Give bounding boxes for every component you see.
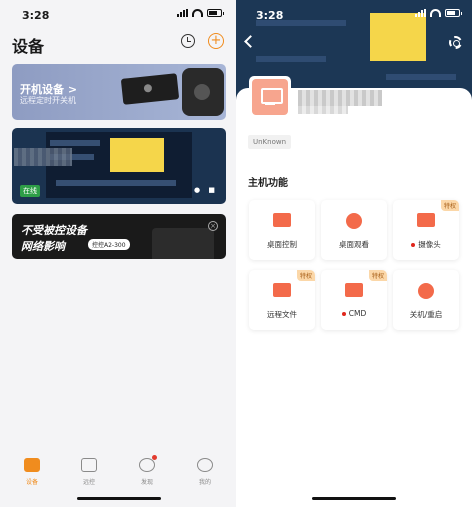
- vip-badge: 特权: [296, 270, 315, 281]
- close-icon[interactable]: ×: [208, 221, 218, 231]
- compass-icon: [139, 455, 157, 472]
- signal-icon: [415, 9, 426, 17]
- add-device-icon[interactable]: +: [208, 33, 224, 49]
- device-sheet: UnKnown 主机功能 桌面控制 桌面观看 特权 摄像头 特权 远程文件 特权…: [236, 76, 472, 507]
- battery-icon: [445, 9, 462, 17]
- feature-camera[interactable]: 特权 摄像头: [393, 200, 459, 260]
- device-detail-screen: 3:28 UnKnown 主机功能 桌面控制 桌面观看 特权 摄像头 特权 远程…: [236, 0, 472, 507]
- tab-label: 设备: [25, 479, 38, 486]
- feature-label: 摄像头: [393, 239, 459, 250]
- status-time: 3:28: [22, 9, 50, 22]
- status-time: 3:28: [256, 9, 284, 22]
- feature-label-text: 远程文件: [267, 310, 297, 319]
- tab-label: 我的: [198, 479, 211, 486]
- thumbnail-row: [50, 140, 100, 146]
- promo-banner[interactable]: 不受被控设备 网络影响 控控A2-300 ×: [12, 214, 226, 259]
- promo-device-image: [152, 228, 214, 259]
- feature-desktop-control[interactable]: 桌面控制: [249, 200, 315, 260]
- feature-remote-files[interactable]: 特权 远程文件: [249, 270, 315, 330]
- feature-label-text: 桌面观看: [339, 240, 369, 249]
- device-avatar: [249, 76, 291, 118]
- devices-icon: [24, 458, 40, 472]
- device-card[interactable]: 在线 ● ■: [12, 128, 226, 204]
- red-dot: [411, 243, 416, 247]
- battery-icon: [207, 9, 224, 17]
- boot-device-banner[interactable]: 开机设备 > 远程定时开关机: [12, 64, 226, 120]
- camera-icon: [417, 213, 435, 227]
- cmd-icon: [345, 283, 363, 297]
- feature-power[interactable]: 关机/重启: [393, 270, 459, 330]
- feature-desktop-view[interactable]: 桌面观看: [321, 200, 387, 260]
- signal-icon: [177, 9, 188, 17]
- feature-label-text: 摄像头: [418, 240, 441, 249]
- thumbnail-row: [56, 180, 176, 186]
- thumbnail-window: [110, 138, 164, 172]
- os-tag: UnKnown: [248, 135, 292, 149]
- eye-icon: [346, 213, 362, 229]
- tab-label: 发现: [140, 479, 153, 486]
- tab-discover[interactable]: 发现: [127, 455, 167, 486]
- wifi-icon: [192, 9, 203, 17]
- notification-dot: [152, 455, 157, 460]
- preview-window: [370, 13, 426, 61]
- home-indicator: [77, 497, 161, 500]
- feature-label: 桌面控制: [249, 239, 315, 250]
- tab-label: 远控: [82, 479, 95, 486]
- tab-remote[interactable]: 远控: [69, 458, 109, 486]
- power-icon: [418, 283, 434, 299]
- home-indicator: [312, 497, 396, 500]
- tab-me[interactable]: 我的: [185, 458, 225, 486]
- history-icon[interactable]: [181, 34, 195, 48]
- wifi-icon: [430, 9, 441, 17]
- status-badge: 在线: [20, 185, 40, 197]
- feature-label-text: 关机/重启: [409, 310, 443, 319]
- promo-line1: 不受被控设备: [21, 224, 87, 237]
- red-dot: [341, 312, 346, 316]
- feature-label-text: CMD: [348, 309, 367, 318]
- smart-plug-image: [182, 68, 224, 116]
- remote-icon: [81, 458, 97, 472]
- folder-icon: [273, 283, 291, 297]
- device-id-blurred: [298, 106, 348, 114]
- status-icons: [177, 9, 224, 17]
- promo-line2: 网络影响: [21, 240, 65, 253]
- feature-label: 远程文件: [249, 309, 315, 320]
- feature-label-text: 桌面控制: [267, 240, 297, 249]
- preview-row: [256, 56, 326, 62]
- banner-subtitle: 远程定时开关机: [20, 96, 76, 105]
- profile-icon: [197, 458, 213, 472]
- page-title: 设备: [12, 37, 45, 56]
- vip-badge: 特权: [440, 200, 459, 211]
- boot-stick-image: [120, 73, 180, 105]
- section-title: 主机功能: [248, 178, 288, 189]
- tab-devices[interactable]: 设备: [12, 458, 52, 486]
- settings-icon[interactable]: [449, 36, 462, 49]
- device-name-blurred: [14, 148, 72, 166]
- desktop-control-icon: [273, 213, 291, 227]
- os-icons: ● ■: [194, 186, 218, 194]
- status-icons: [415, 9, 462, 17]
- monitor-icon: [252, 79, 288, 115]
- vip-badge: 特权: [368, 270, 387, 281]
- feature-cmd[interactable]: 特权 CMD: [321, 270, 387, 330]
- feature-label: CMD: [321, 309, 387, 318]
- feature-label: 关机/重启: [393, 309, 459, 320]
- device-name-blurred: [298, 90, 382, 106]
- preview-row: [386, 74, 456, 80]
- device-list-screen: 3:28 设备 + 开机设备 > 远程定时开关机 在线 ● ■ 不受被控设备 网…: [0, 0, 236, 507]
- feature-label: 桌面观看: [321, 239, 387, 250]
- promo-pill: 控控A2-300: [88, 239, 130, 250]
